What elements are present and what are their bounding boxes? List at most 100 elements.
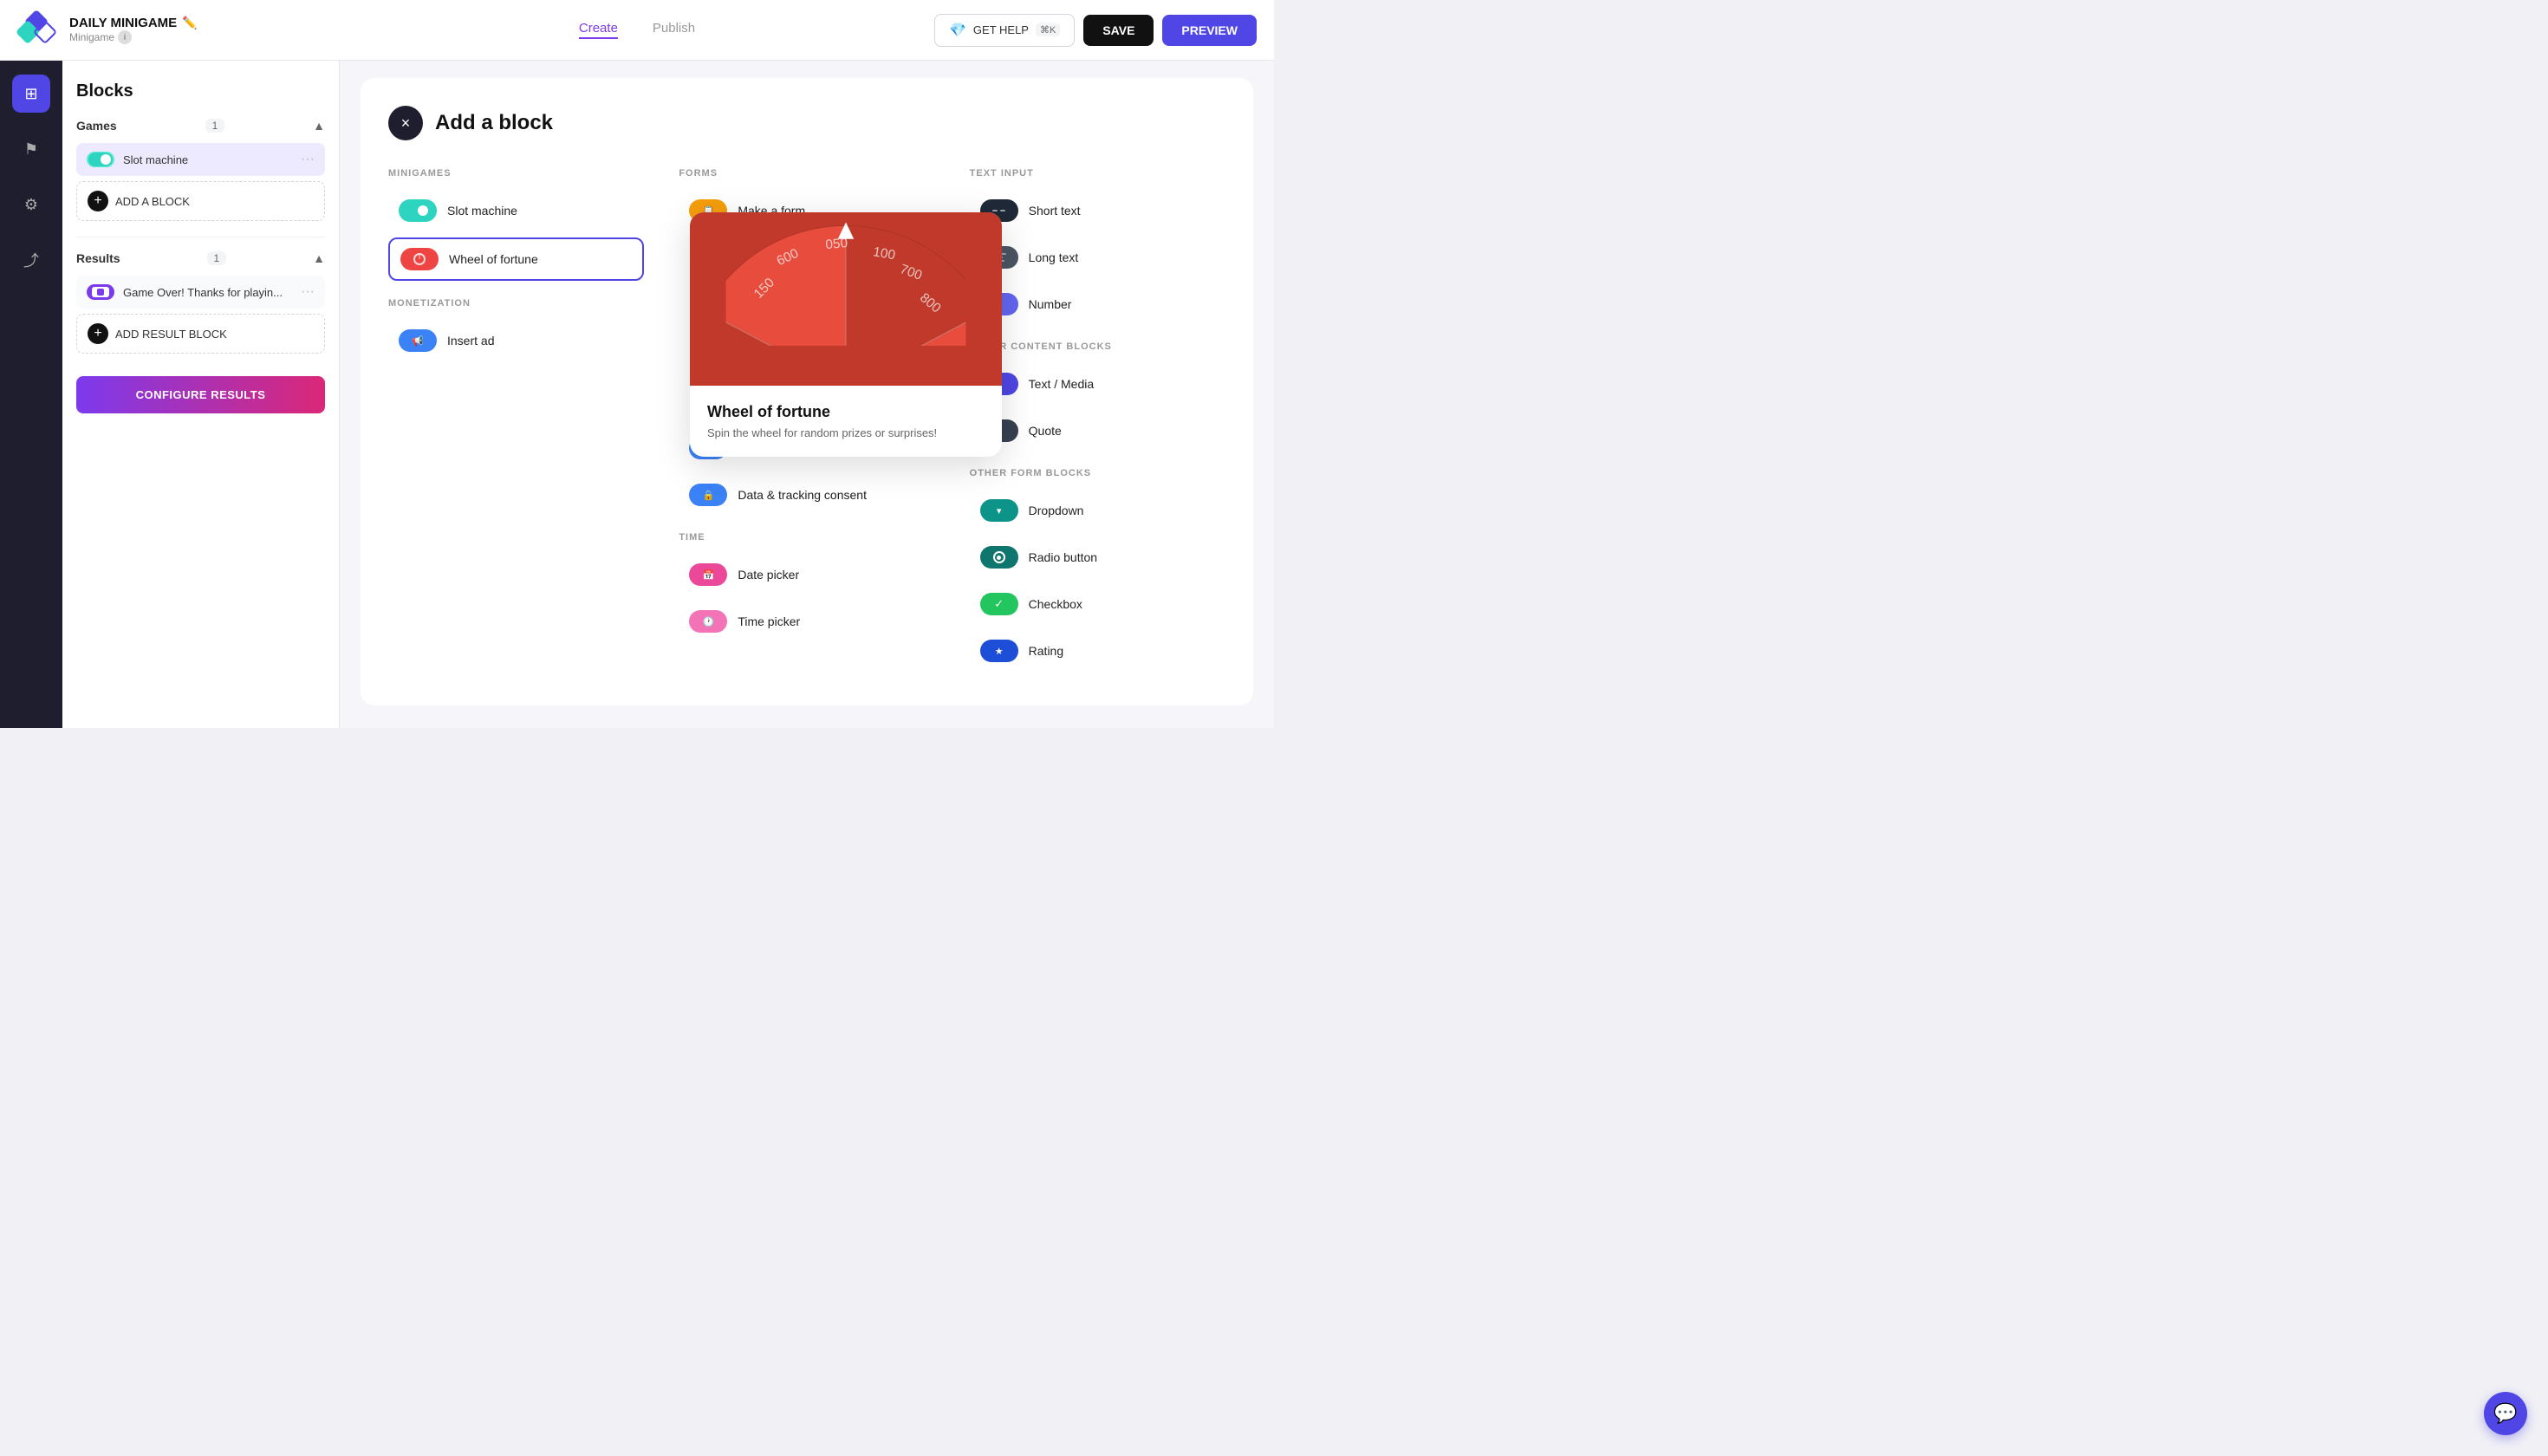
wheel-popup-body: Wheel of fortune Spin the wheel for rand… [690, 386, 1002, 457]
result-item-label: Game Over! Thanks for playin... [123, 286, 292, 299]
time-picker-option[interactable]: 🕐 Time picker [679, 601, 934, 641]
radio-button-option[interactable]: Radio button [970, 537, 1225, 577]
app-logo[interactable] [17, 11, 55, 49]
dropdown-option[interactable]: ▾ Dropdown [970, 491, 1225, 530]
result-item-icon [87, 284, 114, 300]
time-picker-label: Time picker [738, 614, 800, 628]
results-label: Results [76, 251, 120, 265]
number-label: Number [1029, 297, 1072, 311]
checkbox-label: Checkbox [1029, 597, 1082, 611]
add-block-button[interactable]: + ADD A BLOCK [76, 181, 325, 221]
gem-icon: 💎 [949, 22, 966, 39]
info-icon[interactable]: i [118, 30, 132, 44]
data-tracking-option[interactable]: 🔒 Data & tracking consent [679, 475, 934, 515]
date-picker-icon: 📅 [689, 563, 727, 586]
insert-ad-option[interactable]: 📢 Insert ad [388, 321, 644, 361]
wheel-visual: 700 800 100 050 600 150 [690, 212, 1002, 386]
checkbox-option[interactable]: ✓ Checkbox [970, 584, 1225, 624]
chat-button[interactable]: 💬 [2484, 1392, 2527, 1435]
insert-ad-icon: 📢 [399, 329, 437, 352]
wheel-of-fortune-popup: 700 800 100 050 600 150 Wheel of fortune [690, 212, 1002, 457]
rating-label: Rating [1029, 644, 1063, 658]
result-item-more-icon[interactable]: ··· [301, 284, 315, 300]
topbar-nav: Create Publish [579, 21, 695, 39]
edit-title-icon[interactable]: ✏️ [182, 16, 197, 30]
save-button[interactable]: SAVE [1083, 15, 1154, 46]
insert-ad-label: Insert ad [447, 334, 494, 348]
long-text-option[interactable]: Long text [970, 237, 1225, 277]
panel-close-button[interactable]: × [388, 106, 423, 140]
slot-machine-option-icon [399, 199, 437, 222]
checkbox-icon: ✓ [980, 593, 1018, 615]
blocks-sidebar: Blocks Games 1 ▲ Slot machine ··· + ADD … [62, 61, 340, 728]
wheel-of-fortune-option[interactable]: Wheel of fortune [388, 237, 644, 281]
minigames-col: MINIGAMES Slot machine Whee [388, 168, 644, 678]
icon-sidebar: ⊞ ⚑ ⚙ ⤴ [0, 61, 62, 728]
short-text-label: Short text [1029, 204, 1081, 218]
sidebar-icon-settings[interactable]: ⚑ [12, 130, 50, 168]
radio-button-label: Radio button [1029, 550, 1097, 564]
topbar-actions: 💎 GET HELP ⌘K SAVE PREVIEW [934, 14, 1257, 47]
app-title-area: DAILY MINIGAME ✏️ Minigame i [69, 16, 198, 44]
number-option[interactable]: 1 Number [970, 284, 1225, 324]
results-section-header: Results 1 ▲ [76, 251, 325, 265]
rating-icon: ★ [980, 640, 1018, 662]
slot-machine-more-icon[interactable]: ··· [301, 152, 315, 167]
text-input-section-title: TEXT INPUT [970, 168, 1225, 179]
sidebar-icon-share[interactable]: ⤴ [12, 241, 50, 279]
main-layout: ⊞ ⚑ ⚙ ⤴ Blocks Games 1 ▲ Slot machine ··… [0, 61, 1274, 728]
sidebar-icon-blocks[interactable]: ⊞ [12, 75, 50, 113]
games-toggle[interactable]: ▲ [313, 119, 325, 133]
result-item[interactable]: Game Over! Thanks for playin... ··· [76, 276, 325, 309]
dropdown-icon: ▾ [980, 499, 1018, 522]
main-content: × Add a block MINIGAMES Slot machine [340, 61, 1274, 728]
configure-results-button[interactable]: CONFIGURE RESULTS [76, 376, 325, 413]
wheel-of-fortune-option-icon [400, 248, 439, 270]
slot-machine-label: Slot machine [123, 153, 292, 166]
nav-publish[interactable]: Publish [653, 21, 695, 39]
quote-option[interactable]: " Quote [970, 411, 1225, 451]
results-count: 1 [207, 251, 227, 265]
blocks-title: Blocks [76, 81, 325, 101]
other-forms-section-title: OTHER FORM BLOCKS [970, 468, 1225, 478]
minigames-section-title: MINIGAMES [388, 168, 644, 179]
add-block-panel: × Add a block MINIGAMES Slot machine [361, 78, 1253, 705]
short-text-option[interactable]: Short text [970, 191, 1225, 231]
get-help-button[interactable]: 💎 GET HELP ⌘K [934, 14, 1075, 47]
games-count: 1 [205, 119, 225, 133]
data-tracking-label: Data & tracking consent [738, 488, 867, 502]
monetization-section-title: MONETIZATION [388, 298, 644, 309]
time-picker-icon: 🕐 [689, 610, 727, 633]
slot-machine-option[interactable]: Slot machine [388, 191, 644, 231]
wheel-popup-title: Wheel of fortune [707, 403, 985, 421]
add-result-plus-icon: + [88, 323, 108, 344]
results-toggle[interactable]: ▲ [313, 251, 325, 265]
wheel-of-fortune-option-label: Wheel of fortune [449, 252, 538, 266]
rating-option[interactable]: ★ Rating [970, 631, 1225, 671]
wheel-popup-description: Spin the wheel for random prizes or surp… [707, 426, 985, 439]
preview-button[interactable]: PREVIEW [1162, 15, 1257, 46]
dropdown-label: Dropdown [1029, 504, 1084, 517]
slot-machine-option-label: Slot machine [447, 204, 517, 218]
panel-header: × Add a block [388, 106, 1225, 140]
long-text-label: Long text [1029, 250, 1079, 264]
date-picker-label: Date picker [738, 568, 799, 582]
add-block-plus-icon: + [88, 191, 108, 211]
app-title: DAILY MINIGAME ✏️ [69, 16, 198, 30]
forms-section-title: FORMS [679, 168, 934, 179]
radio-button-icon [980, 546, 1018, 569]
text-media-label: Text / Media [1029, 377, 1094, 391]
quote-label: Quote [1029, 424, 1062, 438]
date-picker-option[interactable]: 📅 Date picker [679, 555, 934, 595]
add-result-block-button[interactable]: + ADD RESULT BLOCK [76, 314, 325, 354]
games-label: Games [76, 119, 117, 133]
nav-create[interactable]: Create [579, 21, 618, 39]
slot-machine-item[interactable]: Slot machine ··· [76, 143, 325, 176]
app-subtitle: Minigame i [69, 30, 198, 44]
topbar: DAILY MINIGAME ✏️ Minigame i Create Publ… [0, 0, 1274, 61]
sidebar-icon-gear[interactable]: ⚙ [12, 185, 50, 224]
panel-title: Add a block [435, 111, 553, 135]
text-media-option[interactable]: T Text / Media [970, 364, 1225, 404]
time-section-title: TIME [679, 532, 934, 543]
app-title-text: DAILY MINIGAME [69, 16, 177, 30]
